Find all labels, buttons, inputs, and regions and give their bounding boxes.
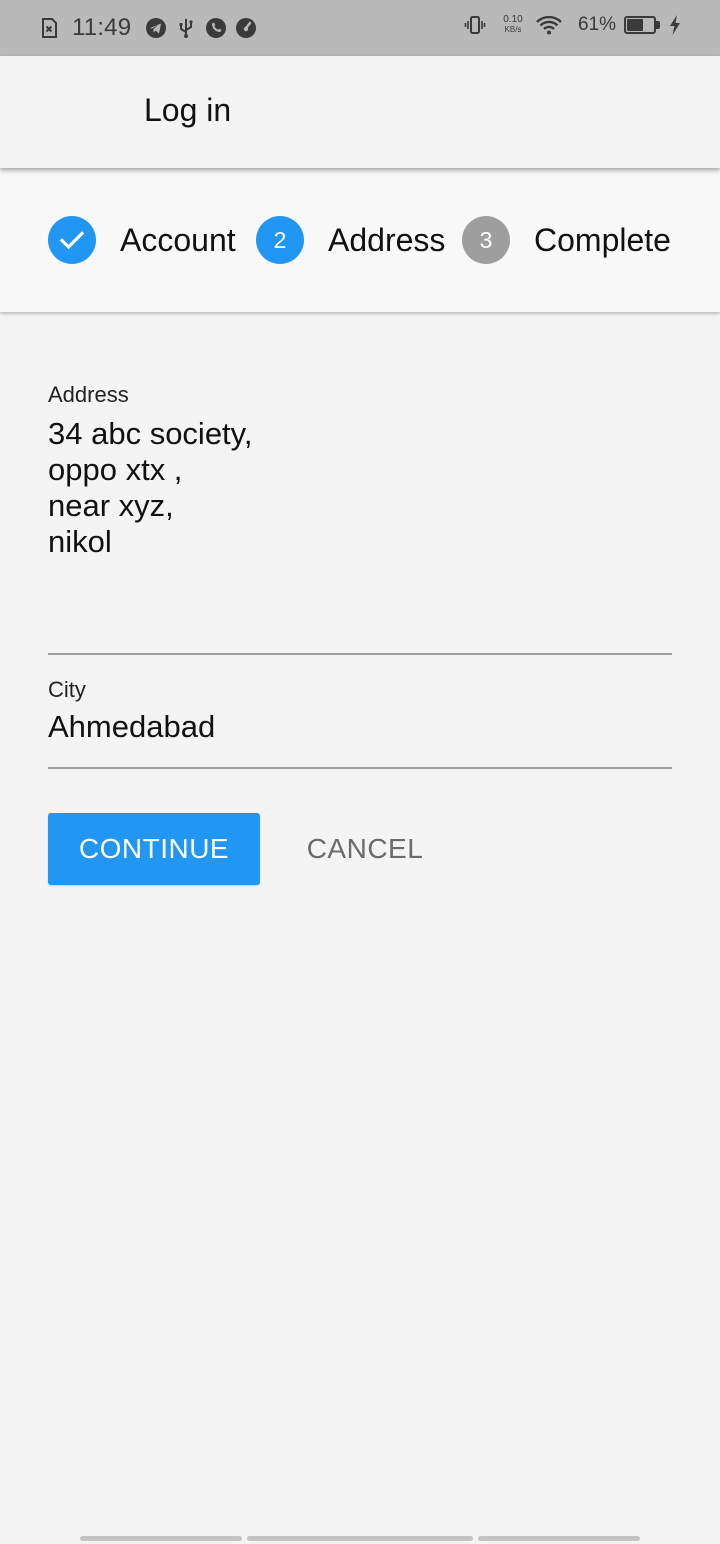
status-bar-left: 11:49 [38,14,265,42]
telegram-icon [145,17,167,39]
address-line: 34 abc society, [48,416,253,451]
city-field-label: City [48,677,86,702]
network-speed: 0.10 KB/s [500,15,526,35]
app-bar: Log in [0,56,720,168]
step-complete-indicator[interactable]: 3 [462,216,510,264]
continue-button[interactable]: CONTINUE [48,813,260,885]
nav-gesture-bar [247,1536,473,1541]
step-account-indicator[interactable] [48,216,96,264]
step-complete-label[interactable]: Complete [534,222,671,259]
step-address-indicator[interactable]: 2 [256,216,304,264]
address-line: nikol [48,524,112,559]
phone-icon [205,17,227,39]
status-bar-right: 0.10 KB/s 61% [464,14,682,36]
no-sim-icon [38,17,60,39]
usb-icon [175,17,197,39]
wifi-icon [536,14,562,36]
stepper-header: Account 2 Address 3 Complete [0,168,720,312]
cancel-button[interactable]: CANCEL [284,813,446,885]
city-field[interactable]: Ahmedabad [48,709,672,745]
address-field[interactable]: 34 abc society, oppo xtx , near xyz, nik… [48,414,672,652]
city-field-underline [48,767,672,769]
network-speed-unit: KB/s [504,25,522,34]
charging-icon [668,14,682,36]
address-line: near xyz, [48,488,174,523]
battery-percent: 61% [577,14,616,35]
step-complete-number: 3 [479,226,493,253]
speedometer-icon [235,17,257,39]
vibrate-icon [464,14,486,36]
step-account-label[interactable]: Account [120,222,236,259]
battery-fill [627,19,643,31]
status-time: 11:49 [72,14,132,41]
nav-gesture-bar [478,1536,640,1541]
nav-gesture-bar [80,1536,242,1541]
step-address-number: 2 [273,226,287,253]
network-speed-value: 0.10 [503,14,523,25]
address-line: oppo xtx , [48,452,183,487]
status-bar: 11:49 0.10 KB/s 61% [0,0,720,56]
address-field-label: Address [48,382,129,407]
check-icon [58,226,86,254]
page-title: Log in [144,92,232,128]
address-field-underline [48,653,672,655]
step-address-label[interactable]: Address [328,222,445,259]
battery-icon [624,16,660,34]
battery-tip [656,21,660,29]
